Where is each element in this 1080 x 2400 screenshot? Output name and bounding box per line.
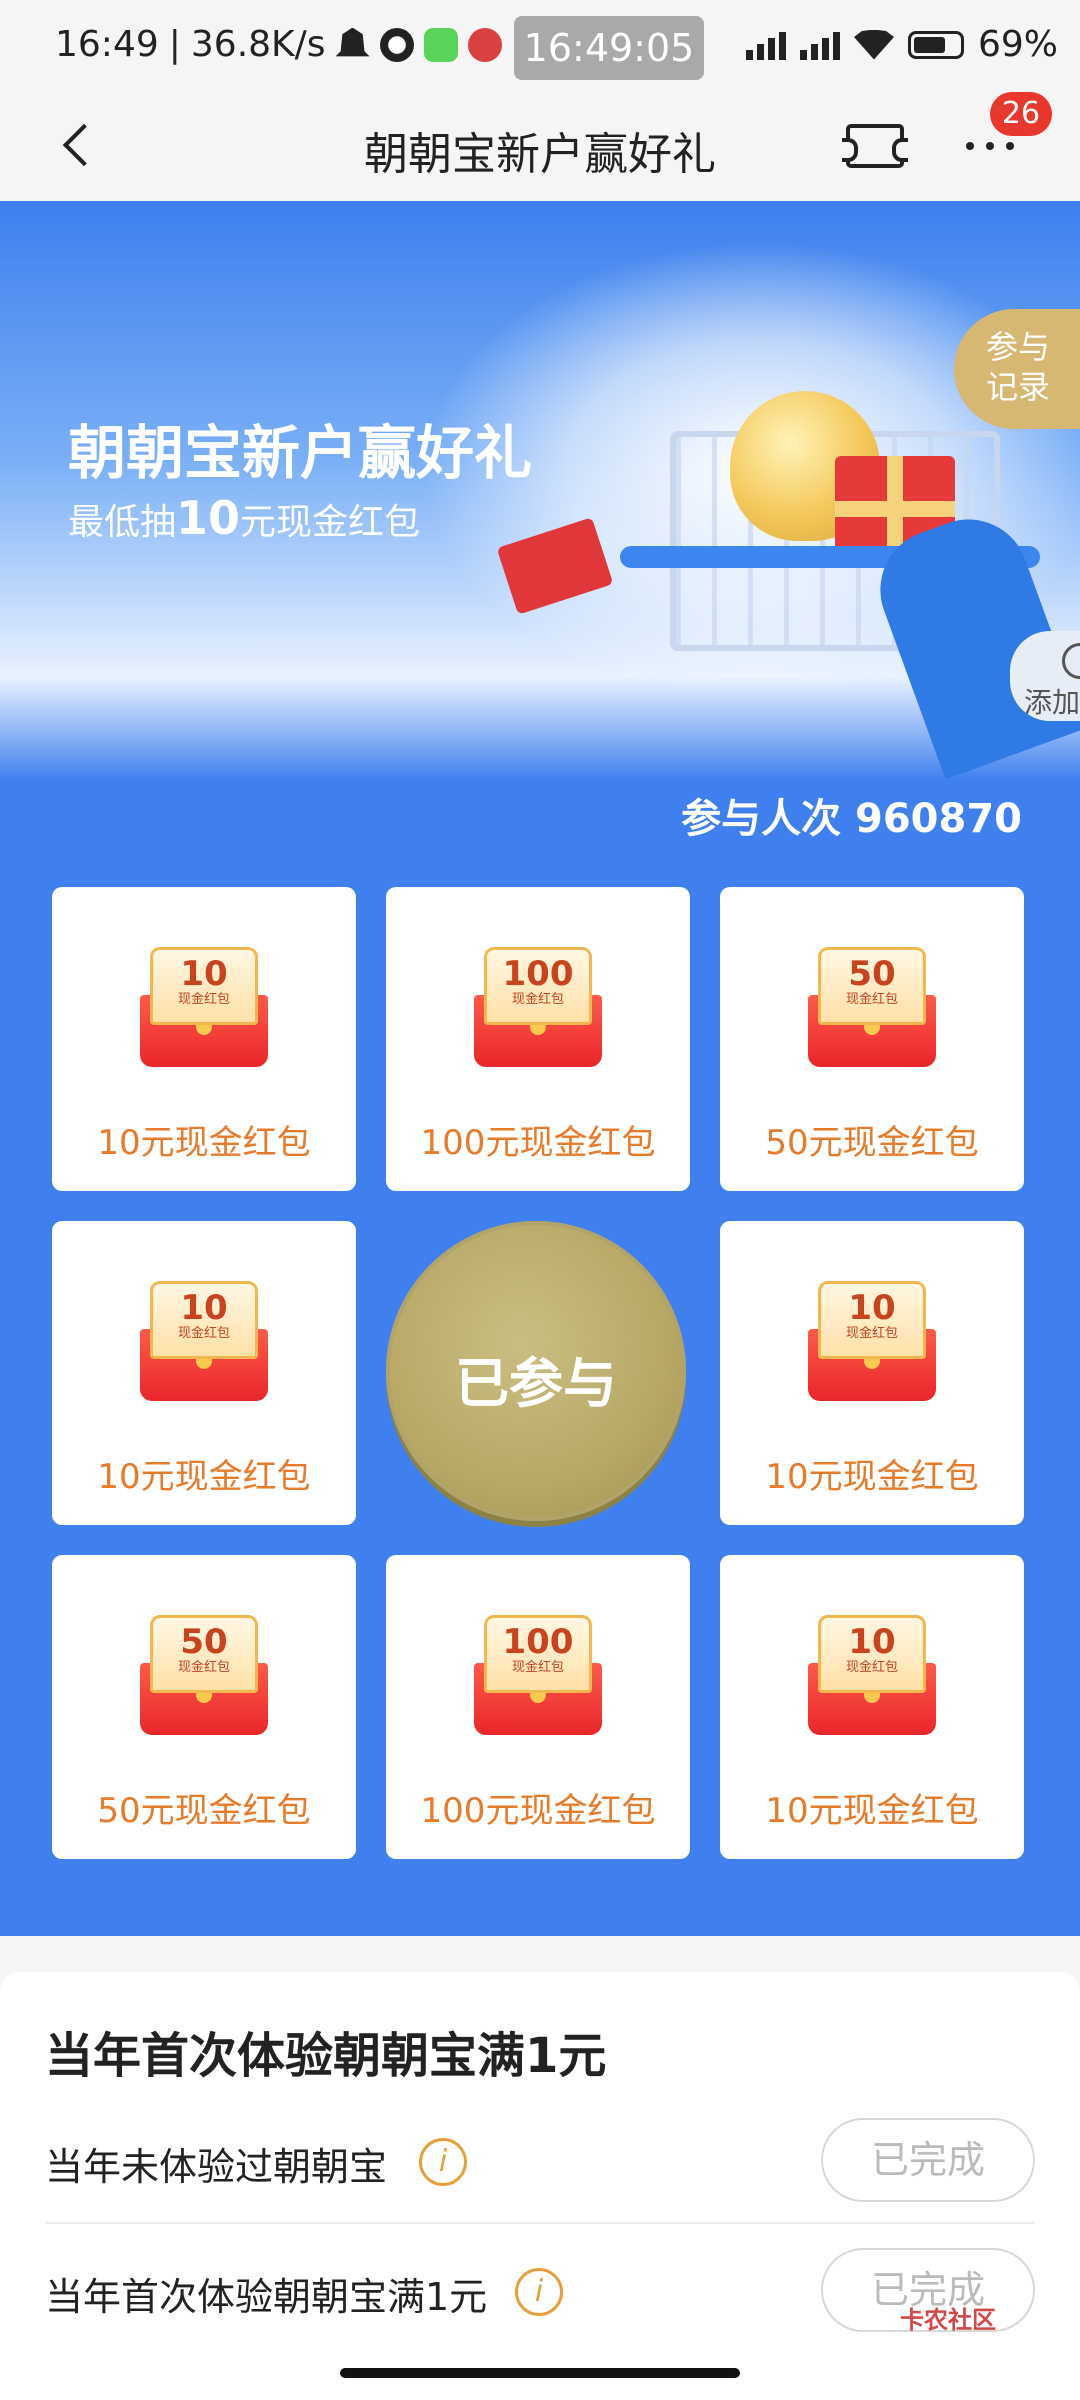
prize-cell: 100 现金红包 100元现金红包 — [386, 1555, 690, 1859]
bell-muted-icon — [335, 27, 370, 57]
battery-icon — [907, 30, 964, 59]
red-envelope-icon: 10 现金红包 — [140, 947, 268, 1067]
red-envelope-icon: 10 现金红包 — [808, 1281, 936, 1401]
red-envelope-icon: 10 现金红包 — [140, 1281, 268, 1401]
task-status-button[interactable]: 已完成 — [821, 2118, 1035, 2202]
status-right: 69% — [745, 24, 1058, 65]
campaign-area: 朝朝宝新户赢好礼 最低抽10元现金红包 参与 记录 添加 参与人次 960870… — [0, 201, 1080, 1936]
prize-label: 10元现金红包 — [765, 1457, 979, 1497]
home-indicator[interactable] — [340, 2368, 740, 2378]
banner-subtitle: 最低抽10元现金红包 — [68, 491, 421, 545]
red-envelope-icon: 100 现金红包 — [474, 1615, 602, 1735]
screen-record-time: 16:49:05 — [514, 16, 704, 80]
status-time: 16:49 — [55, 24, 159, 65]
task-section-title: 当年首次体验朝朝宝满1元 — [45, 2028, 607, 2084]
prize-label: 100元现金红包 — [420, 1123, 656, 1163]
add-to-desktop-button[interactable]: 添加 — [1010, 631, 1080, 721]
prize-cell: 10 现金红包 10元现金红包 — [52, 887, 356, 1191]
red-envelope-icon: 100 现金红包 — [474, 947, 602, 1067]
info-icon[interactable]: i — [515, 2268, 563, 2316]
signal-icon — [745, 30, 786, 60]
message-app-icon — [423, 27, 458, 62]
prize-label: 10元现金红包 — [765, 1791, 979, 1831]
signal-icon-2 — [799, 30, 840, 60]
prize-cell: 10 现金红包 10元现金红包 — [52, 1221, 356, 1525]
prize-label: 10元现金红包 — [97, 1457, 311, 1497]
banner: 朝朝宝新户赢好礼 最低抽10元现金红包 参与 记录 添加 — [0, 201, 1080, 781]
info-icon[interactable]: i — [419, 2138, 467, 2186]
more-icon[interactable] — [966, 134, 1036, 158]
ticket-icon[interactable] — [842, 124, 908, 168]
prize-cell: 50 现金红包 50元现金红包 — [52, 1555, 356, 1859]
prize-cell: 50 现金红包 50元现金红包 — [720, 887, 1024, 1191]
red-envelope-icon: 50 现金红包 — [140, 1615, 268, 1735]
participant-count: 参与人次 960870 — [681, 796, 1022, 842]
task-section: 当年首次体验朝朝宝满1元 当年未体验过朝朝宝 i 已完成 当年首次体验朝朝宝满1… — [0, 1972, 1080, 2400]
network-speed: 36.8K/s — [190, 24, 326, 65]
status-left: 16:49 | 36.8K/s — [55, 24, 502, 65]
banner-title: 朝朝宝新户赢好礼 — [68, 419, 533, 487]
watermark: 卡农社区 — [900, 2306, 996, 2334]
nav-header: 朝朝宝新户赢好礼 — [0, 96, 1080, 201]
red-envelope-icon: 50 现金红包 — [808, 947, 936, 1067]
prize-grid: 10 现金红包 10元现金红包 100 现金红包 100元现金红包 50 现金红… — [52, 887, 1028, 1863]
prize-label: 50元现金红包 — [97, 1791, 311, 1831]
task-label: 当年未体验过朝朝宝 — [45, 2145, 388, 2189]
status-bar: 16:49 | 36.8K/s 16:49:05 69% — [0, 0, 1080, 96]
task-row: 当年未体验过朝朝宝 i 已完成 — [45, 2096, 1035, 2224]
task-label: 当年首次体验朝朝宝满1元 — [45, 2275, 488, 2319]
battery-percent: 69% — [977, 24, 1058, 65]
prize-cell: 10 现金红包 10元现金红包 — [720, 1221, 1024, 1525]
alarm-icon — [379, 27, 414, 62]
prize-cell: 100 现金红包 100元现金红包 — [386, 887, 690, 1191]
prize-label: 10元现金红包 — [97, 1123, 311, 1163]
task-row: 当年首次体验朝朝宝满1元 i 已完成 — [45, 2226, 1035, 2354]
notification-app-icon — [467, 27, 502, 62]
draw-button[interactable]: 已参与 — [386, 1221, 686, 1521]
participation-record-button[interactable]: 参与 记录 — [954, 309, 1080, 429]
page-title: 朝朝宝新户赢好礼 — [364, 129, 716, 180]
wifi-icon — [853, 29, 894, 60]
notification-badge: 26 — [990, 92, 1052, 136]
prize-cell: 10 现金红包 10元现金红包 — [720, 1555, 1024, 1859]
red-envelope-icon: 10 现金红包 — [808, 1615, 936, 1735]
prize-label: 50元现金红包 — [765, 1123, 979, 1163]
prize-label: 100元现金红包 — [420, 1791, 656, 1831]
draw-button-label: 已参与 — [455, 1352, 617, 1415]
shopping-cart-illustration — [610, 371, 1080, 780]
